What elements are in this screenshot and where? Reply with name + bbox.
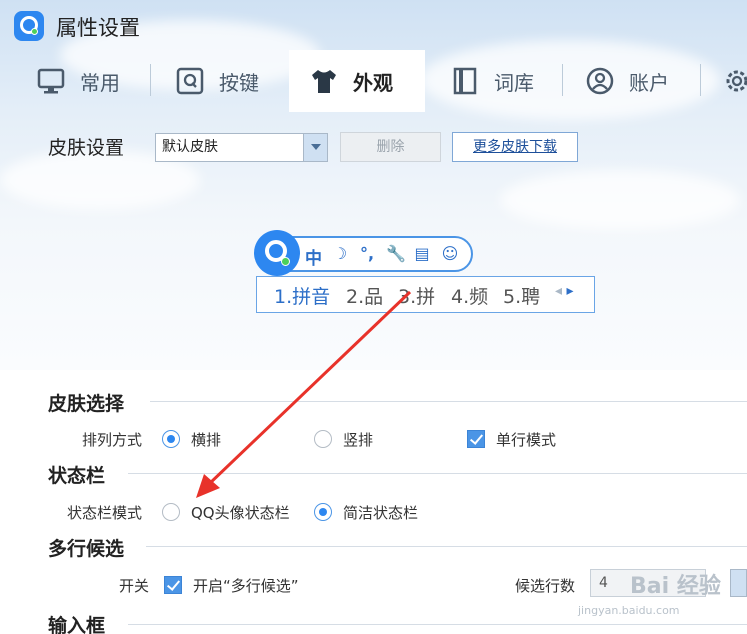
section-divider [150,401,747,402]
candidate-item: 3.拼 [398,286,436,308]
rows-dropdown-button[interactable] [730,569,747,597]
status-bar-mode-label: 状态栏模式 [67,504,143,522]
candidate-item: 5.聘 [503,286,541,308]
window-title: 属性设置 [56,16,140,40]
single-line-checkbox[interactable] [467,430,485,448]
candidate-rows-label: 候选行数 [515,577,576,595]
delete-skin-button[interactable]: 删除 [340,132,441,162]
vertical-label: 竖排 [343,431,374,449]
tab-divider [562,64,563,96]
horizontal-label: 横排 [191,431,222,449]
section-input-box-title: 输入框 [48,615,106,634]
tab-bar: 常用 按键 外观 词库 账户 [0,50,747,112]
monitor-icon [36,66,66,96]
tab-label: 账户 [629,70,669,95]
tab-label: 按键 [219,70,259,95]
watermark-url: jingyan.baidu.com [578,604,680,617]
skin-select[interactable]: 默认皮肤 [155,133,328,162]
more-skins-button[interactable]: 更多皮肤下载 [452,132,578,162]
candidate-item: 2.品 [346,286,384,308]
shirt-icon [309,66,339,96]
smile-icon: ☺ [441,244,459,263]
key-icon [175,66,205,96]
section-divider [146,546,747,547]
tab-divider [150,64,151,96]
candidate-page-nav: ◂ ▸ [555,283,574,299]
section-divider [128,473,747,474]
tab-label: 词库 [494,70,534,95]
tab-settings[interactable] [722,50,747,112]
section-divider [128,624,747,625]
tab-label: 外观 [353,70,393,95]
switch-label: 开关 [119,577,150,595]
candidate-item: 1.拼音 [274,286,331,308]
gear-icon [722,66,747,96]
book-icon [450,66,480,96]
simple-status-label: 简洁状态栏 [343,504,419,522]
cloud [500,170,740,230]
skin-select-value: 默认皮肤 [162,139,218,155]
next-page-icon: ▸ [566,283,574,299]
title-bar: 属性设置 [0,0,747,50]
moon-icon: ☽ [332,244,348,263]
qq-logo-icon [254,230,300,276]
qq-avatar-radio[interactable] [162,503,180,521]
user-icon [585,66,615,96]
chevron-down-icon[interactable] [303,134,327,161]
qq-avatar-label: QQ头像状态栏 [191,504,290,522]
candidate-item: 4.频 [451,286,489,308]
tab-label: 常用 [80,70,120,95]
tab-keys[interactable]: 按键 [175,50,259,112]
punctuation-icon: °, [359,244,375,263]
clipboard-icon: ▤ [414,244,430,263]
vertical-radio[interactable] [314,430,332,448]
multi-line-enable-label: 开启“多行候选” [193,577,299,595]
section-multi-line-title: 多行候选 [48,538,125,560]
single-line-label: 单行模式 [496,431,557,449]
layout-label: 排列方式 [82,431,143,449]
tab-common[interactable]: 常用 [36,50,120,112]
tab-account[interactable]: 账户 [585,50,669,112]
watermark-text: Bai 经验 [630,574,721,599]
prev-page-icon: ◂ [555,283,563,299]
simple-status-radio[interactable] [314,503,332,521]
tab-divider [700,64,701,96]
tab-appearance[interactable]: 外观 [289,50,425,112]
section-status-bar-title: 状态栏 [48,465,106,487]
section-skin-select-title: 皮肤选择 [48,393,125,415]
skin-settings-label: 皮肤设置 [48,137,125,159]
app-logo-icon [14,11,44,41]
tab-lexicon[interactable]: 词库 [450,50,534,112]
horizontal-radio[interactable] [162,430,180,448]
multi-line-checkbox[interactable] [164,576,182,594]
wrench-icon: 🔧 [386,244,406,263]
input-mode-indicator: 中 [305,249,322,269]
